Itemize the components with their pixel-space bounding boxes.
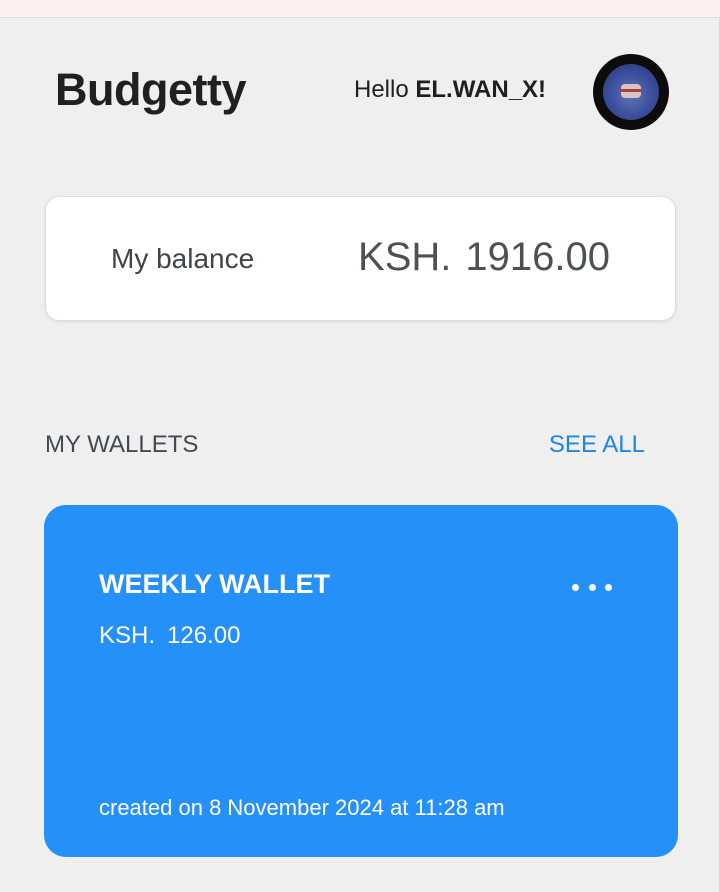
balance-value: 1916.00 xyxy=(465,235,610,279)
greeting-prefix: Hello xyxy=(354,76,409,103)
wallet-value: 126.00 xyxy=(167,622,241,649)
more-options-button[interactable] xyxy=(572,575,612,599)
wallet-card[interactable]: WEEKLY WALLET KSH. 126.00 created on 8 No… xyxy=(44,505,678,857)
avatar-image xyxy=(603,64,659,120)
section-heading-wallets: MY WALLETS xyxy=(45,431,199,458)
balance-amount: KSH. 1916.00 xyxy=(358,235,610,280)
greeting-username: EL.WAN_X! xyxy=(415,76,547,103)
greeting: Hello EL.WAN_X! xyxy=(354,76,546,104)
avatar[interactable] xyxy=(593,54,669,130)
more-horizontal-icon xyxy=(588,583,596,591)
balance-currency: KSH. xyxy=(358,235,452,279)
more-horizontal-icon xyxy=(605,583,612,591)
avatar-band-graphic xyxy=(620,89,642,92)
app-screen: Budgetty Hello EL.WAN_X! My balance KSH.… xyxy=(0,0,720,892)
wallet-created-date: created on 8 November 2024 at 11:28 am xyxy=(99,795,505,820)
more-horizontal-icon xyxy=(572,583,579,591)
balance-label: My balance xyxy=(111,243,255,274)
see-all-link[interactable]: SEE ALL xyxy=(549,431,645,459)
balance-card: My balance KSH. 1916.00 xyxy=(45,196,676,321)
wallet-name: WEEKLY WALLET xyxy=(99,569,331,599)
app-title: Budgetty xyxy=(55,64,247,115)
wallet-currency: KSH. xyxy=(99,622,156,649)
status-strip xyxy=(0,0,720,18)
wallet-amount: KSH. 126.00 xyxy=(99,622,240,650)
